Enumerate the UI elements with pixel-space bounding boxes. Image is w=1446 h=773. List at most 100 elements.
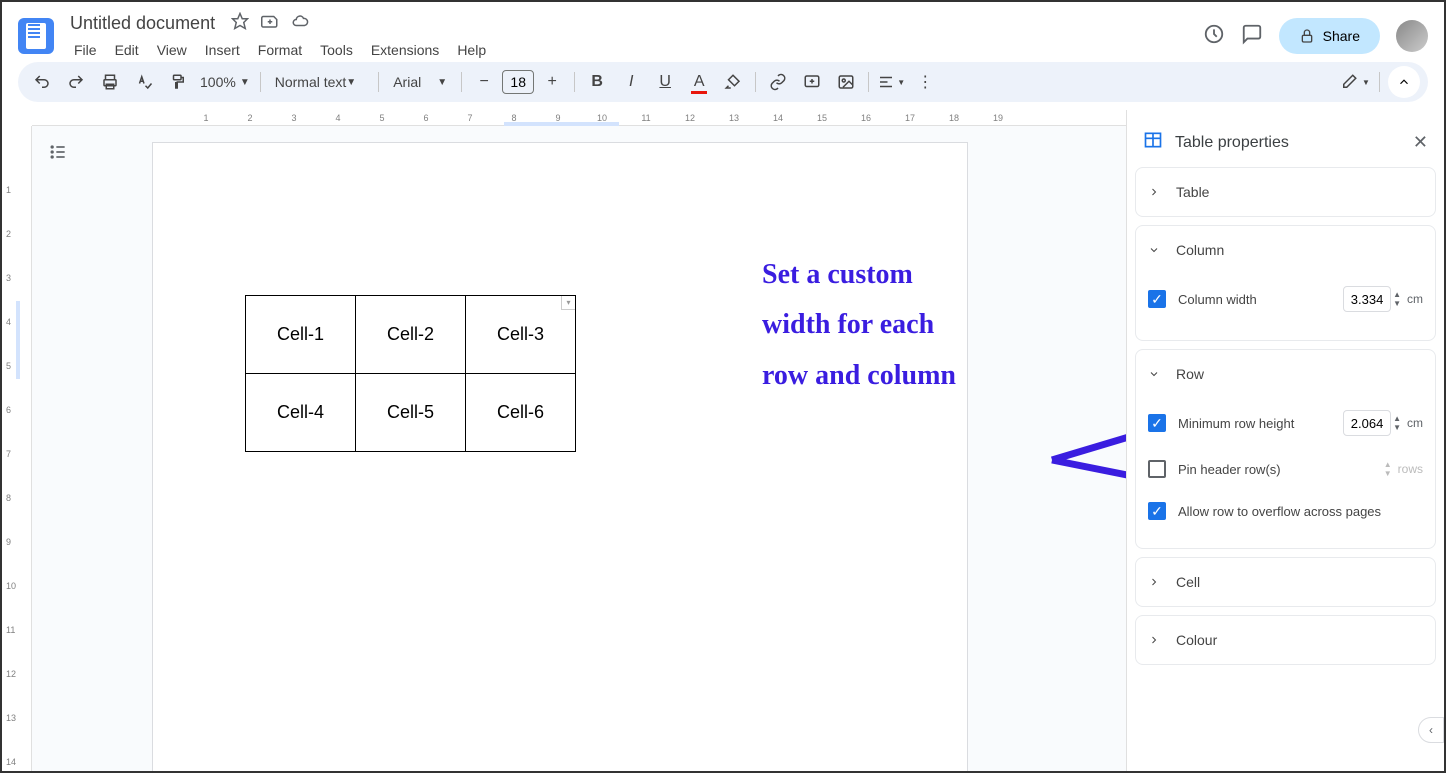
insert-image-button[interactable] [830, 66, 862, 98]
document-title[interactable]: Untitled document [66, 11, 219, 36]
spellcheck-button[interactable] [128, 66, 160, 98]
table-cell[interactable]: Cell-1 [246, 296, 356, 374]
table-cell[interactable]: Cell-5 [356, 374, 466, 452]
column-width-input[interactable] [1343, 286, 1391, 312]
undo-button[interactable] [26, 66, 58, 98]
close-panel-button[interactable]: ✕ [1413, 132, 1428, 153]
menu-help[interactable]: Help [449, 38, 494, 62]
move-icon[interactable] [261, 12, 279, 35]
italic-button[interactable]: I [615, 66, 647, 98]
main-area: 12345678910111213141516171819 1234567891… [2, 110, 1444, 771]
overflow-checkbox[interactable]: ✓ [1148, 502, 1166, 520]
column-width-label: Column width [1178, 292, 1343, 307]
cloud-status-icon[interactable] [291, 12, 309, 35]
insert-link-button[interactable] [762, 66, 794, 98]
min-row-height-stepper[interactable]: ▲▼ [1393, 414, 1401, 432]
table-cell[interactable]: Cell-4 [246, 374, 356, 452]
editing-mode-button[interactable]: ▼ [1339, 66, 1371, 98]
menu-view[interactable]: View [149, 38, 195, 62]
min-row-height-checkbox[interactable]: ✓ [1148, 414, 1166, 432]
menu-tools[interactable]: Tools [312, 38, 361, 62]
section-table: Table [1135, 167, 1436, 217]
share-button[interactable]: Share [1279, 18, 1380, 54]
collapse-toolbar-button[interactable] [1388, 66, 1420, 98]
chevron-down-icon: ▼ [437, 77, 447, 88]
chevron-down-icon: ▼ [240, 77, 250, 88]
column-width-checkbox[interactable]: ✓ [1148, 290, 1166, 308]
expand-side-panel-button[interactable]: ‹ [1418, 717, 1444, 743]
star-icon[interactable] [231, 12, 249, 35]
toolbar: 100% ▼ Normal text ▼ Arial ▼ − 18 + B I … [18, 62, 1428, 102]
overflow-label: Allow row to overflow across pages [1178, 504, 1423, 519]
overflow-row: ✓ Allow row to overflow across pages [1148, 490, 1423, 532]
chevron-right-icon [1148, 634, 1160, 646]
bold-button[interactable]: B [581, 66, 613, 98]
avatar[interactable] [1396, 20, 1428, 52]
chevron-down-icon: ▼ [1362, 78, 1370, 87]
table-handle-icon[interactable]: ▾ [561, 296, 575, 310]
section-row: Row ✓ Minimum row height ▲▼ cm Pin heade… [1135, 349, 1436, 549]
menu-edit[interactable]: Edit [107, 38, 147, 62]
font-family-select[interactable]: Arial ▼ [385, 74, 455, 90]
pin-header-checkbox[interactable] [1148, 460, 1166, 478]
docs-logo[interactable] [18, 18, 54, 54]
section-cell-header[interactable]: Cell [1136, 558, 1435, 606]
chevron-down-icon [1148, 244, 1160, 256]
align-button[interactable]: ▼ [875, 66, 907, 98]
chevron-down-icon [1148, 368, 1160, 380]
underline-button[interactable]: U [649, 66, 681, 98]
pin-header-stepper[interactable]: ▲▼ [1384, 460, 1392, 478]
menu-format[interactable]: Format [250, 38, 310, 62]
table-cell[interactable]: Cell-2 [356, 296, 466, 374]
ruler-horizontal[interactable]: 12345678910111213141516171819 [32, 110, 1126, 126]
paragraph-style-select[interactable]: Normal text ▼ [267, 74, 372, 90]
column-width-stepper[interactable]: ▲▼ [1393, 290, 1401, 308]
min-row-height-label: Minimum row height [1178, 416, 1343, 431]
pin-header-label: Pin header row(s) [1178, 462, 1384, 477]
annotation-text: Set a custom width for each row and colu… [762, 250, 956, 401]
table-cell[interactable]: Cell-3 ▾ [466, 296, 576, 374]
document-page[interactable]: Cell-1 Cell-2 Cell-3 ▾ Cell-4 Cell-5 Cel… [152, 142, 968, 771]
comments-icon[interactable] [1241, 23, 1263, 50]
pin-header-row: Pin header row(s) ▲▼ rows [1148, 448, 1423, 490]
paint-format-button[interactable] [162, 66, 194, 98]
section-column-header[interactable]: Column [1136, 226, 1435, 274]
menu-extensions[interactable]: Extensions [363, 38, 447, 62]
document-table[interactable]: Cell-1 Cell-2 Cell-3 ▾ Cell-4 Cell-5 Cel… [245, 295, 576, 452]
decrease-font-size-button[interactable]: − [468, 66, 500, 98]
share-label: Share [1323, 28, 1360, 44]
menubar: File Edit View Insert Format Tools Exten… [66, 38, 1203, 62]
highlight-color-button[interactable] [717, 66, 749, 98]
column-width-row: ✓ Column width ▲▼ cm [1148, 274, 1423, 324]
min-row-height-input[interactable] [1343, 410, 1391, 436]
section-row-header[interactable]: Row [1136, 350, 1435, 398]
panel-title: Table properties [1175, 134, 1401, 152]
zoom-select[interactable]: 100% ▼ [196, 74, 254, 90]
lock-icon [1299, 28, 1315, 44]
history-icon[interactable] [1203, 23, 1225, 50]
section-column: Column ✓ Column width ▲▼ cm [1135, 225, 1436, 341]
table-row: Cell-4 Cell-5 Cell-6 [246, 374, 576, 452]
ruler-vertical[interactable]: 1234567891011121314 [2, 126, 32, 771]
chevron-right-icon [1148, 576, 1160, 588]
add-comment-button[interactable] [796, 66, 828, 98]
chevron-down-icon: ▼ [346, 77, 356, 88]
redo-button[interactable] [60, 66, 92, 98]
more-button[interactable]: ⋮ [909, 66, 941, 98]
menu-file[interactable]: File [66, 38, 105, 62]
text-color-button[interactable]: A [683, 66, 715, 98]
menu-insert[interactable]: Insert [197, 38, 248, 62]
outline-toggle-button[interactable] [42, 136, 74, 168]
increase-font-size-button[interactable]: + [536, 66, 568, 98]
title-bar: Untitled document File Edit View Insert … [2, 2, 1444, 62]
section-cell: Cell [1135, 557, 1436, 607]
table-properties-panel: Table properties ✕ Table Column ✓ Column… [1126, 110, 1444, 771]
section-colour-header[interactable]: Colour [1136, 616, 1435, 664]
print-button[interactable] [94, 66, 126, 98]
chevron-down-icon: ▼ [897, 78, 905, 87]
min-row-height-row: ✓ Minimum row height ▲▼ cm [1148, 398, 1423, 448]
font-size-input[interactable]: 18 [502, 70, 534, 94]
section-table-header[interactable]: Table [1136, 168, 1435, 216]
table-cell[interactable]: Cell-6 [466, 374, 576, 452]
editor-area: 12345678910111213141516171819 1234567891… [2, 110, 1126, 771]
